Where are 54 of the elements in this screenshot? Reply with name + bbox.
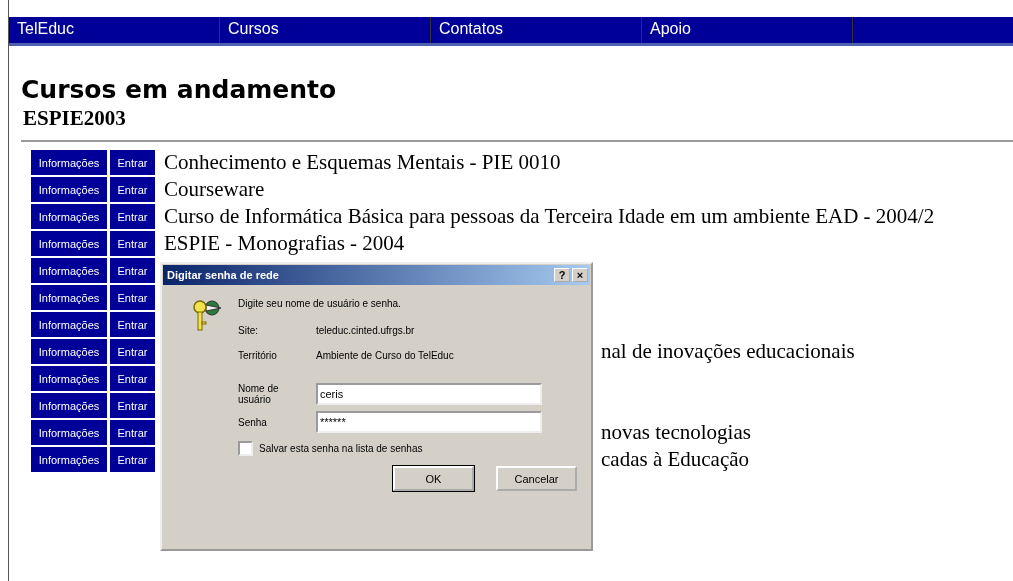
info-button[interactable]: Informações: [31, 150, 107, 175]
info-button[interactable]: Informações: [31, 393, 107, 418]
info-button[interactable]: Informações: [31, 258, 107, 283]
dialog-button[interactable]: Cancelar: [496, 466, 577, 491]
course-name[interactable]: ESPIE - Monografias - 2004: [164, 231, 405, 256]
enter-button[interactable]: Entrar: [110, 447, 155, 472]
checkbox[interactable]: [238, 441, 253, 456]
enter-button[interactable]: Entrar: [110, 231, 155, 256]
course-name[interactable]: Conhecimento e Esquemas Mentais - PIE 0010: [164, 150, 561, 175]
info-button[interactable]: Informações: [31, 447, 107, 472]
enter-button[interactable]: Entrar: [110, 204, 155, 229]
field-label: Senha: [238, 416, 268, 428]
close-button[interactable]: ×: [572, 268, 588, 282]
field-label: Nome de usuário: [238, 383, 280, 405]
enter-button[interactable]: Entrar: [110, 366, 155, 391]
info-button[interactable]: Informações: [31, 285, 107, 310]
menu-item[interactable]: Cursos: [220, 17, 431, 43]
info-button[interactable]: Informações: [31, 204, 107, 229]
enter-button[interactable]: Entrar: [110, 312, 155, 337]
enter-button[interactable]: Entrar: [110, 393, 155, 418]
info-button[interactable]: Informações: [31, 231, 107, 256]
page-title: Cursos em andamento: [21, 76, 338, 104]
menu-item[interactable]: Apoio: [642, 17, 853, 43]
course-name[interactable]: Curso de Informática Básica para pessoas da Terceira Idade em um ambiente EAD - 2004/2: [164, 204, 935, 229]
course-name[interactable]: cadas à Educação: [601, 447, 750, 472]
info-button[interactable]: Informações: [31, 177, 107, 202]
enter-button[interactable]: Entrar: [110, 177, 155, 202]
input-field[interactable]: ******: [316, 411, 542, 433]
menu-item[interactable]: Contatos: [431, 17, 642, 43]
course-name[interactable]: Courseware: [164, 177, 265, 202]
enter-button[interactable]: Entrar: [110, 339, 155, 364]
info-button[interactable]: Informações: [31, 366, 107, 391]
page-subtitle: ESPIE2003: [23, 106, 127, 130]
enter-button[interactable]: Entrar: [110, 258, 155, 283]
info-button[interactable]: Informações: [31, 312, 107, 337]
checkbox-label: Salvar esta senha na lista de senhas: [259, 443, 423, 454]
enter-button[interactable]: Entrar: [110, 150, 155, 175]
course-name[interactable]: novas tecnologias: [601, 420, 751, 445]
menu-item[interactable]: TelEduc: [9, 17, 220, 43]
info-value: teleduc.cinted.ufrgs.br: [316, 325, 416, 336]
info-value: Ambiente de Curso do TelEduc: [316, 350, 455, 361]
info-button[interactable]: Informações: [31, 339, 107, 364]
key-icon: [190, 298, 224, 332]
dialog-button[interactable]: OK: [393, 466, 474, 491]
dialog-prompt: Digite seu nome de usuário e senha.: [238, 298, 402, 309]
input-field[interactable]: ceris: [316, 383, 542, 405]
info-label: Território: [238, 350, 278, 361]
course-name[interactable]: nal de inovações educacionais: [601, 339, 855, 364]
help-button[interactable]: ?: [554, 268, 570, 282]
info-label: Site:: [238, 325, 259, 336]
dialog-title: Digitar senha de rede: [167, 269, 279, 281]
info-button[interactable]: Informações: [31, 420, 107, 445]
enter-button[interactable]: Entrar: [110, 420, 155, 445]
enter-button[interactable]: Entrar: [110, 285, 155, 310]
